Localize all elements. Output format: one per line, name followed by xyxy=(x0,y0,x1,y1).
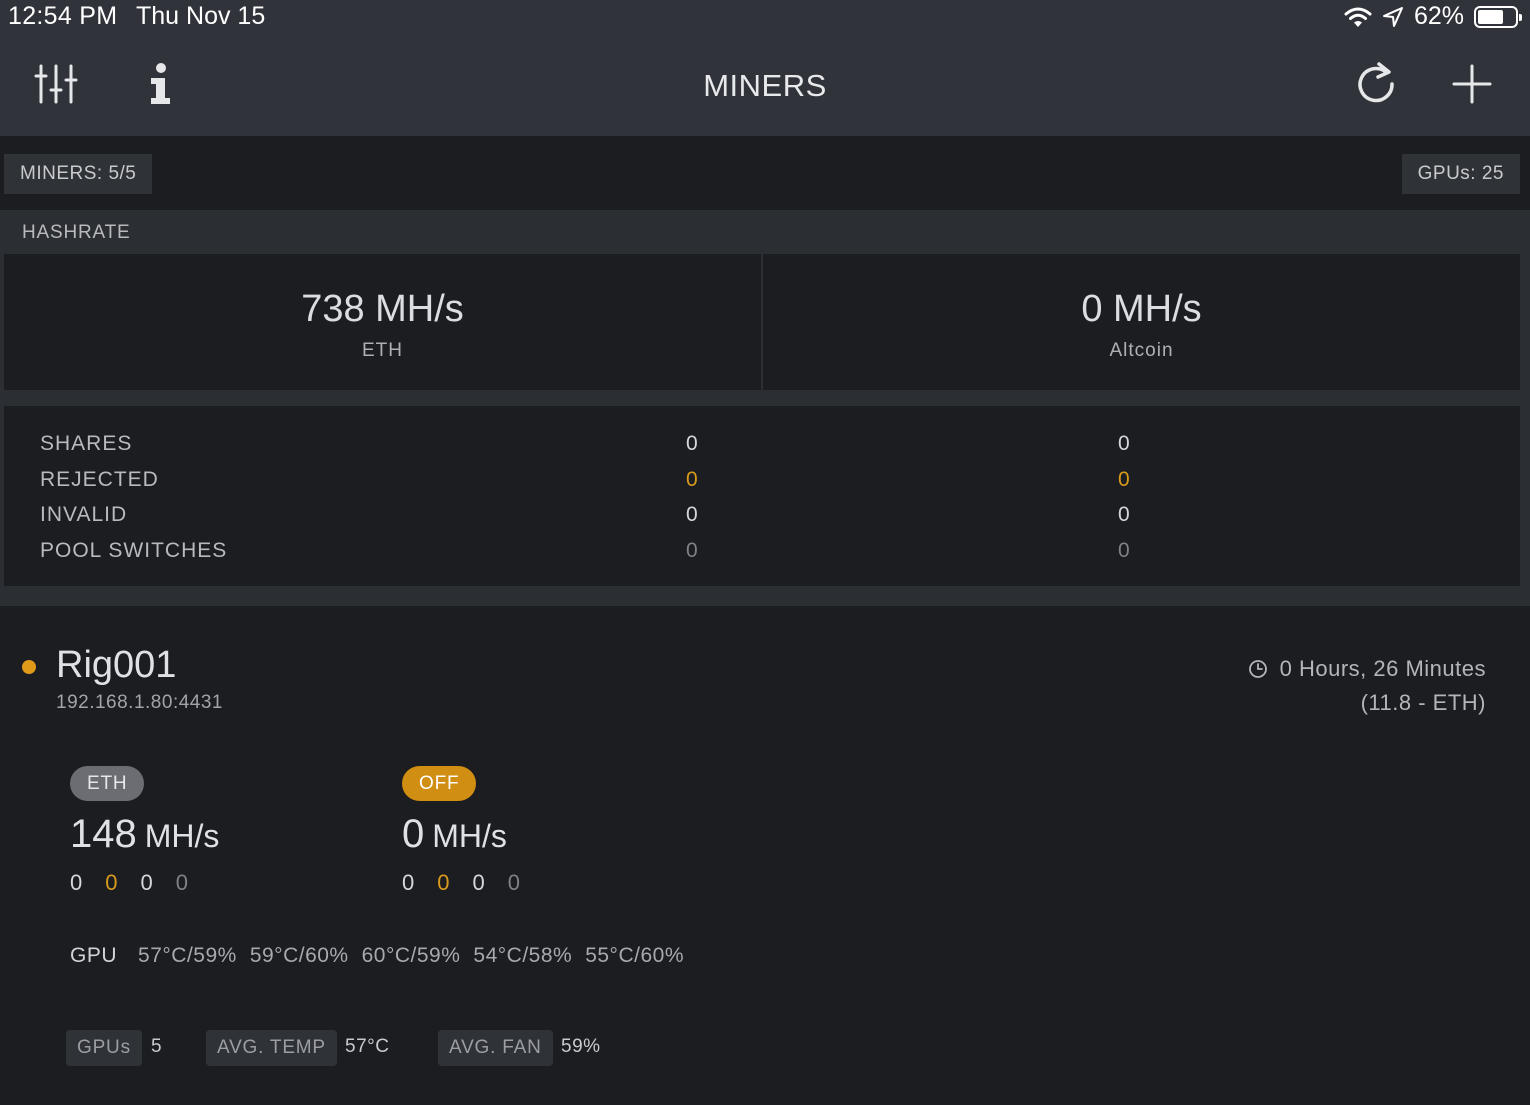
hashrate-header: HASHRATE xyxy=(4,210,1520,254)
eth-rig-hashrate: 148 MH/s xyxy=(70,812,219,857)
avg-temp-tag: AVG. TEMP xyxy=(206,1030,337,1066)
altcoin-hashrate-label: Altcoin xyxy=(1109,340,1174,361)
eth-rate-unit: MH/s xyxy=(144,818,220,854)
miners-count-badge: MINERS: 5/5 xyxy=(4,154,153,194)
eth-hashrate-label: ETH xyxy=(362,340,403,361)
stat-row-shares: SHARES 0 0 xyxy=(4,432,1520,468)
secondary-rig-hashrate: 0 MH/s xyxy=(402,812,507,857)
eth-hashrate-panel: 738 MH/s ETH xyxy=(4,254,761,390)
status-date: Thu Nov 15 xyxy=(136,2,266,30)
gpus-tag: GPUs xyxy=(66,1030,142,1066)
gpu-stat: 54°C/58% xyxy=(473,944,573,967)
stat-alt-value: 0 xyxy=(1118,539,1131,562)
section-gap xyxy=(4,390,1520,406)
page-title: MINERS xyxy=(703,68,827,103)
stat-row-rejected: REJECTED 0 0 xyxy=(4,468,1520,504)
secondary-rate-unit: MH/s xyxy=(432,818,507,854)
eth-hashrate-value: 738 MH/s xyxy=(301,288,464,330)
stat-row-invalid: INVALID 0 0 xyxy=(4,503,1520,539)
rig-count-switches: 0 xyxy=(507,870,520,895)
rig-count-invalid: 0 xyxy=(472,870,485,895)
avg-temp-value: 57°C xyxy=(345,1036,390,1057)
hashrate-header-label: HASHRATE xyxy=(22,222,131,243)
eth-rig-counts: 0 0 0 0 xyxy=(70,870,188,896)
status-time: 12:54 PM xyxy=(8,2,118,30)
wifi-icon xyxy=(1344,7,1372,27)
stat-eth-value: 0 xyxy=(686,539,699,562)
rig-count-invalid: 0 xyxy=(140,870,153,895)
eth-algo-badge: ETH xyxy=(70,766,145,801)
stat-alt-value: 0 xyxy=(1118,503,1131,526)
avg-fan-tag: AVG. FAN xyxy=(438,1030,553,1066)
clock-icon xyxy=(1248,660,1267,678)
stat-label: POOL SWITCHES xyxy=(40,539,228,562)
uptime-detail: (11.8 - ETH) xyxy=(1360,690,1486,715)
add-icon[interactable] xyxy=(1448,60,1496,108)
uptime-text: 0 Hours, 26 Minutes xyxy=(1279,656,1486,681)
avg-fan-value: 59% xyxy=(561,1036,601,1057)
gpu-stat: 59°C/60% xyxy=(249,944,349,967)
secondary-algo-badge: OFF xyxy=(402,766,477,801)
rig-count-shares: 0 xyxy=(402,870,415,895)
status-indicators: 62% xyxy=(1344,2,1522,31)
gpu-stat: 60°C/59% xyxy=(361,944,461,967)
rig-address: 192.168.1.80:4431 xyxy=(56,692,223,713)
altcoin-hashrate-value: 0 MH/s xyxy=(1081,288,1202,330)
rig-status-dot xyxy=(22,660,36,674)
secondary-rate-value: 0 xyxy=(402,812,425,856)
refresh-icon[interactable] xyxy=(1352,60,1400,108)
stat-eth-value: 0 xyxy=(686,503,699,526)
gpu-row-label: GPU xyxy=(70,944,118,967)
stat-alt-value: 0 xyxy=(1118,432,1131,455)
panel-frame-right xyxy=(1520,210,1530,606)
rig-name: Rig001 xyxy=(56,644,177,686)
gpu-temps-row: GPU 57°C/59% 59°C/60% 60°C/59% 54°C/58% … xyxy=(70,944,684,968)
stat-row-pool-switches: POOL SWITCHES 0 0 xyxy=(4,539,1520,575)
battery-percent: 62% xyxy=(1413,2,1464,30)
stat-alt-value: 0 xyxy=(1118,468,1131,491)
shares-stats-table: SHARES 0 0 REJECTED 0 0 INVALID 0 0 POOL… xyxy=(4,406,1520,586)
gpus-count-badge: GPUs: 25 xyxy=(1401,154,1520,194)
gpu-stat: 57°C/59% xyxy=(138,944,237,967)
rig-count-rejected: 0 xyxy=(437,870,450,895)
altcoin-hashrate-panel: 0 MH/s Altcoin xyxy=(763,254,1520,390)
battery-icon xyxy=(1474,5,1522,28)
section-separator xyxy=(0,586,1530,606)
rig-count-shares: 0 xyxy=(70,870,83,895)
gpus-tag-value: 5 xyxy=(151,1036,163,1057)
eth-rate-value: 148 xyxy=(70,812,137,856)
top-bar: 12:54 PM Thu Nov 15 62% MINERS xyxy=(0,0,1530,136)
rig-uptime: 0 Hours, 26 Minutes (11.8 - ETH) xyxy=(1248,652,1486,720)
rig-count-rejected: 0 xyxy=(105,870,118,895)
stat-label: SHARES xyxy=(40,432,133,455)
secondary-rig-counts: 0 0 0 0 xyxy=(402,870,520,896)
stat-label: INVALID xyxy=(40,503,128,526)
stat-label: REJECTED xyxy=(40,468,159,491)
rig-count-switches: 0 xyxy=(175,870,188,895)
stat-eth-value: 0 xyxy=(686,432,699,455)
stat-eth-value: 0 xyxy=(686,468,699,491)
gpu-stat: 55°C/60% xyxy=(585,944,684,967)
location-arrow-icon xyxy=(1382,6,1403,27)
